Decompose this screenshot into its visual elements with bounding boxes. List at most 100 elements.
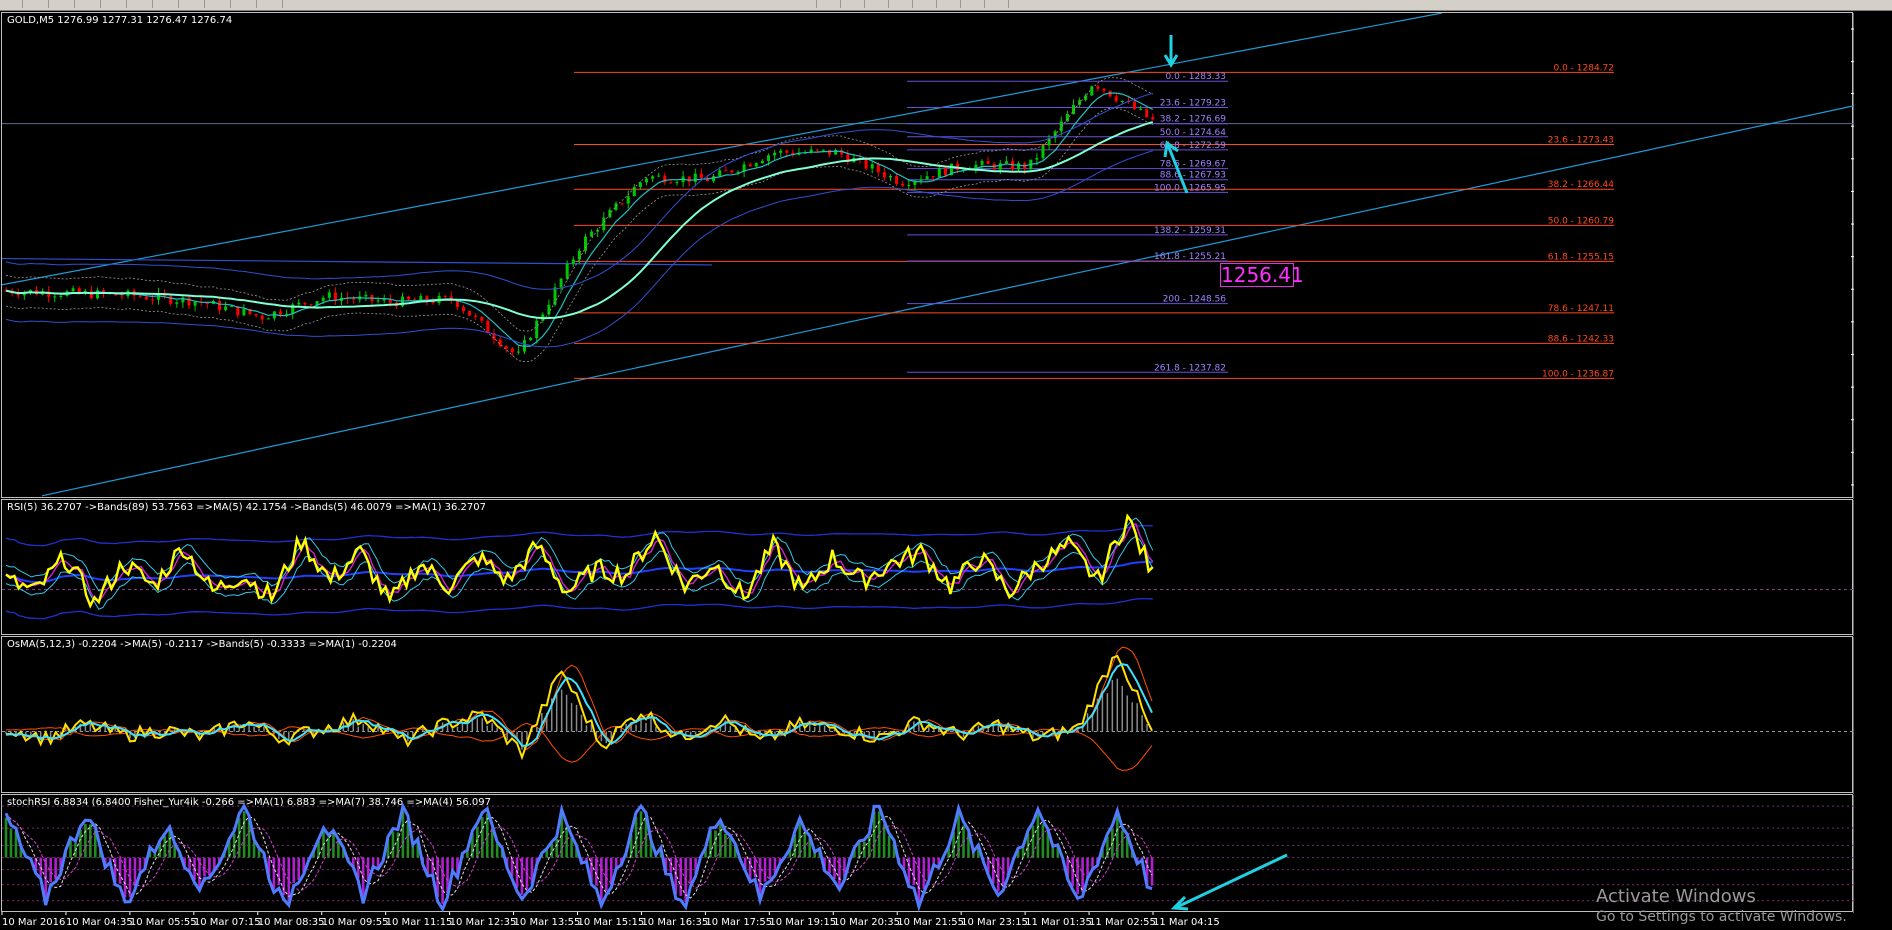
fib-blue-level-label: 261.8 - 1237.82 [1154,363,1226,373]
toolbar-line-button[interactable] [188,0,205,8]
candle-body [571,259,575,264]
fib-red-level-label: 78.6 - 1247.11 [1548,304,1614,314]
candle-body [516,351,520,353]
candle-body [218,301,221,311]
candle-body [730,170,734,173]
stochrsi-chart-svg[interactable]: 10510078.661.85038.223.680 [2,795,1854,913]
candle-body [919,179,923,181]
rsi-pane[interactable]: RSI(5) 36.2707 ->Bands(89) 53.7563 =>MA(… [1,499,1854,636]
candle-body [1120,100,1124,102]
candle-body [309,304,313,306]
rsi-lower-band [5,597,1153,620]
candle-body [1059,121,1063,132]
toolbar-new-order-button[interactable] [6,0,23,8]
osma-pane[interactable]: OsMA(5,12,3) -0.2204 ->MA(5) -0.2117 ->B… [1,636,1854,794]
toolbar-timeframe-m30-button[interactable] [872,0,889,8]
candle-body [1133,101,1136,109]
toolbar-timeframe-mn-button[interactable] [992,0,1009,8]
candle-body [230,306,234,308]
candle-body [657,175,661,177]
fisher-histogram-bar [912,857,916,886]
upper-channel-line [2,13,1443,286]
fisher-histogram-bar [123,857,127,898]
candle-body [748,164,752,167]
toolbar-timeframe-m15-button[interactable] [848,0,865,8]
toolbar-timeframe-d1-button[interactable] [944,0,961,8]
candle-body [297,302,301,305]
toolbar-timeframe-w1-button[interactable] [968,0,985,8]
candle-body [1145,108,1149,118]
fisher-histogram-bar [1081,857,1084,893]
toolbar-timeframe-m1-button[interactable] [800,0,817,8]
candle-body [1084,95,1088,101]
toolbar-arrow-button[interactable] [266,0,283,8]
fisher-histogram-bar [297,857,301,881]
fisher-histogram-bar [1150,857,1154,886]
toolbar-zoom-in-button[interactable] [84,0,101,8]
fisher-histogram-bar [828,857,831,874]
candle-body [882,172,886,178]
fib-blue-level-label: 0.0 - 1283.33 [1166,72,1227,82]
fisher-histogram-bar [242,811,246,858]
fisher-histogram-bar [198,857,201,888]
candle-body [59,295,63,297]
fib-blue-level-label: 200 - 1248.56 [1163,295,1227,305]
candle-body [620,203,624,205]
fisher-histogram-bar [495,843,499,858]
toolbar-crosshair-button[interactable] [162,0,179,8]
stoch-arrow-icon [1170,853,1288,911]
candle-body [925,176,929,180]
candle-body [565,263,569,279]
candle-body [943,168,947,176]
rsi-cyan-band-upper [5,517,1154,592]
candle-body [193,301,197,306]
osma-chart-svg[interactable]: 1.1940.00-0.678 [2,637,1854,794]
price-chart-svg[interactable]: 0.0 - 1284.72 23.6 - 1273.43 38.2 - 1266.4… [2,13,1854,499]
candle-body [1102,88,1106,91]
candle-body [474,315,478,317]
toolbar-text-button[interactable] [240,0,257,8]
candle-body [352,298,356,300]
candle-body [626,196,630,204]
candle-body [321,297,325,302]
fisher-histogram-bar [480,817,484,858]
candle-body [754,163,758,167]
fisher-histogram-bar [1091,857,1094,869]
fisher-histogram-bar [917,857,921,902]
candle-body [266,318,270,320]
time-axis-label: 10 Mar 13:55 [514,917,581,928]
fisher-histogram-bar [391,831,395,858]
fisher-histogram-bar [401,811,405,858]
fisher-histogram-bar [833,857,836,879]
toolbar-grid-button[interactable] [136,0,153,8]
fisher-histogram-bar [922,857,926,889]
fisher-histogram-bar [679,857,683,896]
fisher-histogram-bar [887,835,891,858]
rsi-chart-svg[interactable]: 100320 [2,500,1854,636]
fib-blue-level-label: 88.6 - 1267.93 [1160,171,1226,181]
candle-body [364,294,368,297]
fisher-histogram-bar [614,857,618,868]
time-axis-label: 10 Mar 19:15 [769,917,836,928]
toolbar-arrow-down-button[interactable] [58,0,75,8]
time-axis-label: 11 Mar 04:15 [1153,917,1220,928]
candle-body [175,302,179,304]
fisher-histogram-bar [803,832,807,858]
fisher-histogram-bar [39,857,43,877]
fisher-histogram-bar [138,857,142,872]
time-axis-label: 10 Mar 23:15 [961,917,1028,928]
rsi-upper-band [5,524,1153,547]
main-chart-pane[interactable]: GOLD,M5 1276.99 1277.31 1276.47 1276.74 … [1,12,1854,499]
toolbar-fib-button[interactable] [214,0,231,8]
candle-body [480,316,484,321]
toolbar-timeframe-h1-button[interactable] [896,0,913,8]
time-axis-label: 10 Mar 07:15 [194,917,261,928]
fib-red-level-label: 61.8 - 1255.15 [1548,252,1614,262]
stochrsi-pane[interactable]: stochRSI 6.8834 (6.8400 Fisher_Yur4ik -0… [1,794,1854,913]
fisher-histogram-bar [605,857,608,892]
toolbar-timeframe-h4-button[interactable] [920,0,937,8]
toolbar-zoom-out-button[interactable] [110,0,127,8]
toolbar-timeframe-m5-button[interactable] [824,0,841,8]
toolbar-arrow-up-button[interactable] [32,0,49,8]
candle-body [443,295,447,297]
